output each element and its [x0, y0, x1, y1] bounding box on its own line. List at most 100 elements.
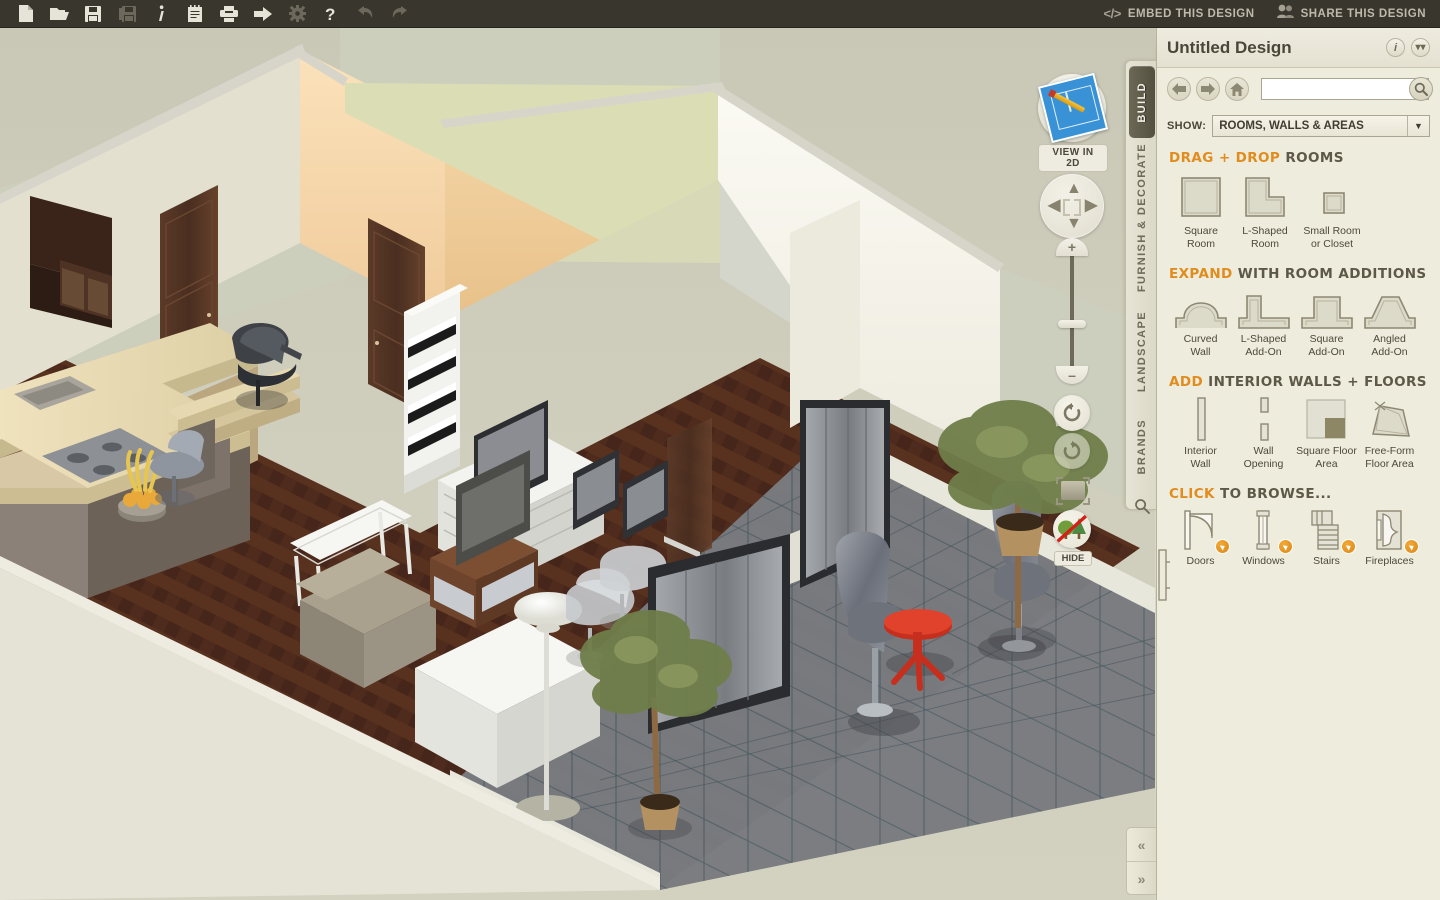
item-l-shaped-room-label: L-Shaped Room: [1242, 225, 1288, 250]
item-free-form-floor-area[interactable]: Free-Form Floor Area: [1358, 394, 1421, 470]
show-dropdown[interactable]: ROOMS, WALLS & AREAS ▼: [1212, 115, 1430, 137]
rotate-counterclockwise-icon[interactable]: [1054, 395, 1090, 431]
print-icon[interactable]: [212, 1, 246, 27]
item-l-shaped-add-on[interactable]: L-Shaped Add-On: [1232, 286, 1295, 358]
item-curved-wall[interactable]: Curved Wall: [1169, 286, 1232, 358]
door-icon: [1169, 506, 1232, 554]
browse-badge-stairs[interactable]: [1341, 539, 1356, 554]
sidebar-tab-furnish-decorate[interactable]: FURNISH & DECORATE: [1126, 143, 1158, 293]
items-drag-drop-rooms: Square Room L-Shaped Room Small Room or …: [1169, 170, 1428, 250]
settings-gear-icon[interactable]: [280, 1, 314, 27]
section-title-expand: EXPAND WITH ROOM ADDITIONS: [1169, 266, 1428, 282]
item-fireplaces-label: Fireplaces: [1365, 555, 1414, 567]
l-shaped-room-icon: [1233, 170, 1297, 222]
view-in-2d-label[interactable]: VIEW IN 2D: [1038, 144, 1108, 172]
item-interior-wall-label: Interior Wall: [1184, 445, 1217, 470]
item-square-add-on[interactable]: Square Add-On: [1295, 286, 1358, 358]
l-shaped-add-on-icon: [1232, 286, 1295, 330]
rotate-clockwise-icon[interactable]: [1054, 433, 1090, 469]
angled-add-on-icon: [1358, 286, 1421, 330]
floorplan-thumbnail-icon: [1037, 72, 1109, 144]
item-doors[interactable]: Doors: [1169, 506, 1232, 568]
nav-forward-icon[interactable]: [1196, 77, 1220, 101]
people-icon: [1276, 4, 1294, 23]
sidebar-tab-build-label: BUILD: [1136, 81, 1148, 123]
recenter-icon[interactable]: [1063, 197, 1081, 216]
item-small-room-or-closet[interactable]: Small Room or Closet: [1297, 170, 1367, 250]
search-submit-icon[interactable]: [1409, 77, 1433, 101]
new-document-icon[interactable]: [8, 1, 42, 27]
notes-icon[interactable]: [178, 1, 212, 27]
fit-to-view-icon[interactable]: [1056, 477, 1090, 505]
browse-badge-doors[interactable]: [1215, 539, 1230, 554]
sidebar-tab-build[interactable]: BUILD: [1129, 66, 1155, 138]
view-in-2d-control[interactable]: VIEW IN 2D: [1037, 72, 1109, 172]
design-canvas-3d[interactable]: VIEW IN 2D ▲ ▼ ◀ ▶ + – HIDE: [0, 28, 1155, 900]
item-wall-opening[interactable]: Wall Opening: [1232, 394, 1295, 470]
expand-right-button[interactable]: »: [1127, 862, 1156, 895]
item-fireplaces[interactable]: Fireplaces: [1358, 506, 1421, 568]
pan-left-icon[interactable]: ◀: [1048, 198, 1060, 214]
nav-home-icon[interactable]: [1225, 77, 1249, 101]
mode-tab-strip: BUILD FURNISH & DECORATE LANDSCAPE BRAND…: [1125, 60, 1158, 514]
zoom-slider-handle[interactable]: [1058, 320, 1086, 328]
item-square-floor-area[interactable]: Square Floor Area: [1295, 394, 1358, 470]
help-icon[interactable]: ?: [314, 1, 348, 27]
curved-wall-icon: [1169, 286, 1232, 330]
redo-icon[interactable]: [382, 1, 416, 27]
item-interior-wall[interactable]: Interior Wall: [1169, 394, 1232, 470]
item-small-room-label: Small Room or Closet: [1303, 225, 1361, 250]
zoom-slider-track[interactable]: [1070, 252, 1074, 370]
item-windows[interactable]: Windows: [1232, 506, 1295, 568]
export-icon[interactable]: [246, 1, 280, 27]
hide-label[interactable]: HIDE: [1053, 551, 1093, 566]
interior-wall-icon: [1169, 394, 1232, 442]
nav-back-icon[interactable]: [1167, 77, 1191, 101]
toolbar-icon-group: ?: [0, 1, 416, 27]
pan-right-icon[interactable]: ▶: [1085, 198, 1097, 214]
hide-landscape-control[interactable]: HIDE: [1053, 510, 1093, 566]
embed-design-button[interactable]: </> EMBED THIS DESIGN: [1104, 6, 1255, 21]
item-square-room[interactable]: Square Room: [1169, 170, 1233, 250]
item-stairs[interactable]: Stairs: [1295, 506, 1358, 568]
build-panel: Untitled Design i ▾▾ SHOW: ROOMS, WALLS …: [1156, 28, 1440, 900]
open-folder-icon[interactable]: [42, 1, 76, 27]
app-root: ? </> EMBED THIS DESIGN SHARE THIS DESIG…: [0, 0, 1440, 900]
section-title-accent: EXPAND: [1169, 266, 1233, 282]
sidebar-search-icon[interactable]: [1126, 491, 1158, 521]
item-angled-add-on[interactable]: Angled Add-On: [1358, 286, 1421, 358]
sidebar-tab-brands[interactable]: BRANDS: [1126, 409, 1158, 485]
sidebar-tab-landscape[interactable]: LANDSCAPE: [1126, 301, 1158, 403]
item-angled-add-on-label: Angled Add-On: [1371, 333, 1408, 358]
search-input[interactable]: [1261, 78, 1429, 100]
pan-down-icon[interactable]: ▼: [1066, 216, 1082, 232]
panel-edge-handle[interactable]: [1156, 548, 1170, 602]
hide-trees-icon[interactable]: [1053, 510, 1091, 548]
item-l-shaped-room[interactable]: L-Shaped Room: [1233, 170, 1297, 250]
toolbar-right-group: </> EMBED THIS DESIGN SHARE THIS DESIGN: [1104, 4, 1440, 23]
square-room-icon: [1169, 170, 1233, 222]
collapse-left-button[interactable]: «: [1127, 828, 1156, 861]
view-2d-thumbnail[interactable]: [1037, 72, 1109, 144]
panel-collapse-icon[interactable]: ▾▾: [1411, 38, 1430, 57]
panel-title: Untitled Design: [1167, 37, 1292, 57]
share-design-button[interactable]: SHARE THIS DESIGN: [1276, 4, 1426, 23]
save-icon[interactable]: [76, 1, 110, 27]
pan-dpad-control[interactable]: ▲ ▼ ◀ ▶: [1040, 174, 1104, 238]
undo-icon[interactable]: [348, 1, 382, 27]
section-drag-drop-rooms: DRAG + DROP ROOMS Square Room L-Shaped R…: [1157, 142, 1440, 252]
pan-up-icon[interactable]: ▲: [1066, 181, 1082, 197]
zoom-slider[interactable]: + –: [1056, 238, 1088, 384]
save-as-icon[interactable]: [110, 1, 144, 27]
panel-info-icon[interactable]: i: [1386, 38, 1405, 57]
square-floor-area-icon: [1295, 394, 1358, 442]
item-l-shaped-add-on-label: L-Shaped Add-On: [1240, 333, 1287, 358]
browse-badge-fireplaces[interactable]: [1404, 539, 1419, 554]
square-add-on-icon: [1295, 286, 1358, 330]
info-icon[interactable]: [144, 1, 178, 27]
chevron-down-icon[interactable]: ▼: [1407, 116, 1429, 136]
section-expand-room-additions: EXPAND WITH ROOM ADDITIONS Curved Wall L…: [1157, 252, 1440, 360]
panel-search-wrap: [1261, 77, 1433, 101]
panel-header-buttons: i ▾▾: [1386, 38, 1430, 57]
browse-badge-windows[interactable]: [1278, 539, 1293, 554]
